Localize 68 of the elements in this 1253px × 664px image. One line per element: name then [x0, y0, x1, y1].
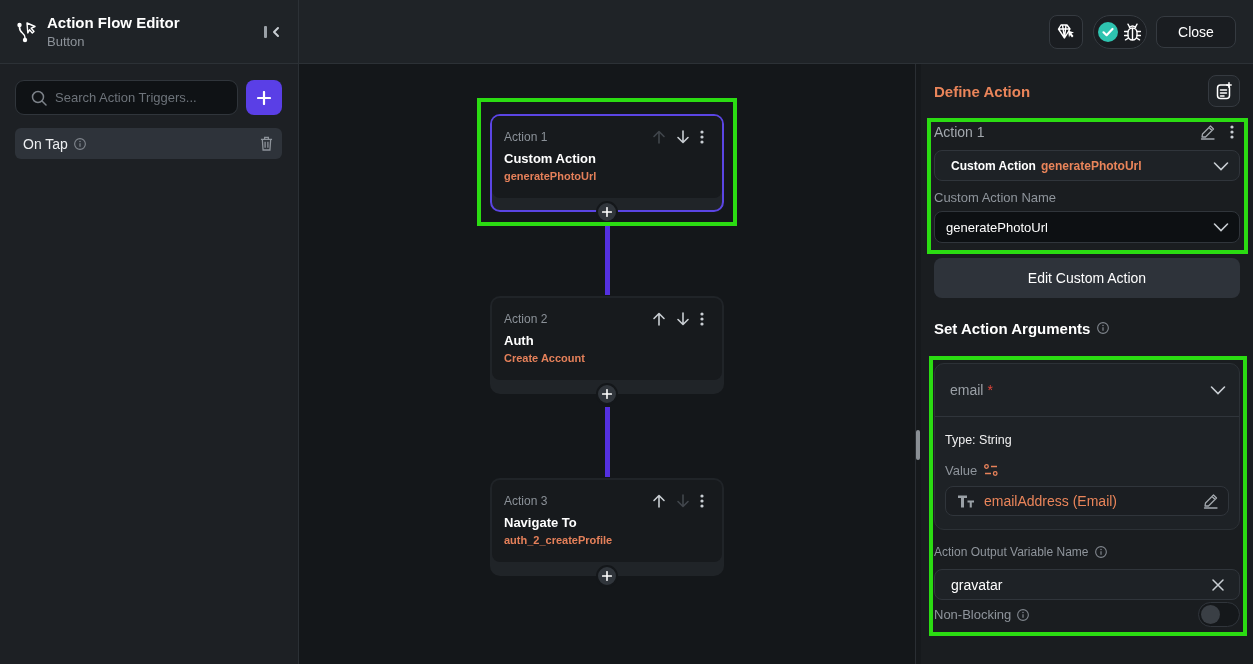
flow-cursor-icon — [16, 20, 36, 43]
field-label: Action Output Variable Name — [934, 545, 1089, 559]
gem-cursor-icon — [1057, 23, 1075, 40]
action-detail: generatePhotoUrl — [504, 169, 597, 183]
chevron-down-icon[interactable] — [1213, 222, 1229, 232]
action-node[interactable]: Action 3 Navigate To auth_2_createProfile — [490, 478, 724, 576]
action-node[interactable]: Action 2 Auth Create Account — [490, 296, 724, 394]
action-type-dropdown[interactable]: Custom Action generatePhotoUrl — [934, 150, 1240, 181]
add-action-button[interactable] — [596, 383, 618, 405]
text-fields-icon — [957, 494, 975, 508]
more-vertical-icon[interactable] — [700, 494, 704, 508]
plus-icon — [257, 90, 271, 105]
section-title: Set Action Arguments — [934, 319, 1091, 337]
chevron-down-icon[interactable] — [1210, 385, 1226, 395]
value-label: Value — [945, 462, 978, 478]
info-icon — [1017, 608, 1030, 621]
resize-handle[interactable] — [916, 430, 920, 460]
plus-icon — [602, 389, 612, 399]
editor-title: Action Flow Editor — [47, 13, 180, 32]
chevron-down-icon[interactable] — [1213, 160, 1229, 171]
action-title: Auth — [504, 332, 534, 350]
action-label: Action 1 — [934, 124, 985, 140]
more-vertical-icon[interactable] — [700, 312, 704, 326]
action-detail: Create Account — [504, 351, 585, 365]
edit-button[interactable]: Edit Custom Action — [934, 258, 1240, 298]
info-icon — [73, 137, 86, 150]
plus-icon — [602, 571, 612, 581]
pencil-icon[interactable] — [1203, 493, 1219, 509]
add-action-button[interactable] — [596, 565, 618, 587]
toggle-switch[interactable] — [1198, 602, 1240, 627]
step-label: Action 1 — [504, 130, 548, 144]
panel-title: Define Action — [934, 82, 1031, 100]
bug-icon — [1124, 22, 1141, 41]
output-variable-field[interactable]: gravatar — [934, 569, 1240, 600]
action-detail: auth_2_createProfile — [504, 533, 613, 547]
toggle-label: Non-Blocking — [934, 607, 1012, 622]
argument-type: Type: String — [945, 432, 1012, 448]
note-plus-icon — [1216, 82, 1232, 100]
add-trigger-button[interactable] — [246, 80, 282, 115]
collapse-sidebar-icon[interactable] — [263, 24, 281, 39]
info-icon — [1094, 546, 1107, 558]
close-button[interactable]: Close — [1156, 15, 1236, 48]
plus-icon — [602, 207, 612, 217]
search-field[interactable]: Search Action Triggers... — [15, 80, 238, 115]
debug-button[interactable] — [1093, 14, 1147, 49]
action-title: Navigate To — [504, 514, 577, 532]
pencil-icon[interactable] — [1200, 124, 1216, 140]
add-action-button[interactable] — [596, 201, 618, 223]
value-field[interactable]: emailAddress (Email) — [945, 486, 1229, 516]
argument-name: email — [950, 382, 984, 398]
add-note-button[interactable] — [1208, 75, 1240, 107]
required-mark: * — [987, 382, 993, 398]
action-name-dropdown[interactable]: generatePhotoUrl — [934, 211, 1240, 243]
trigger-item[interactable]: On Tap — [15, 128, 282, 159]
editor-subtitle: Button — [47, 33, 85, 50]
step-label: Action 2 — [504, 312, 548, 326]
sliders-icon[interactable] — [984, 464, 999, 476]
info-icon — [1097, 322, 1110, 334]
trash-icon[interactable] — [260, 136, 273, 151]
action-title: Custom Action — [504, 150, 596, 168]
clear-icon[interactable] — [1212, 579, 1224, 591]
more-vertical-icon[interactable] — [1230, 125, 1234, 139]
search-icon — [31, 90, 47, 106]
more-vertical-icon[interactable] — [700, 130, 704, 144]
toolbar-button[interactable] — [1049, 14, 1083, 49]
action-node[interactable]: Action 1 Custom Action generatePhotoUrl — [490, 114, 724, 212]
field-label: Custom Action Name — [934, 190, 1058, 206]
step-label: Action 3 — [504, 494, 548, 508]
